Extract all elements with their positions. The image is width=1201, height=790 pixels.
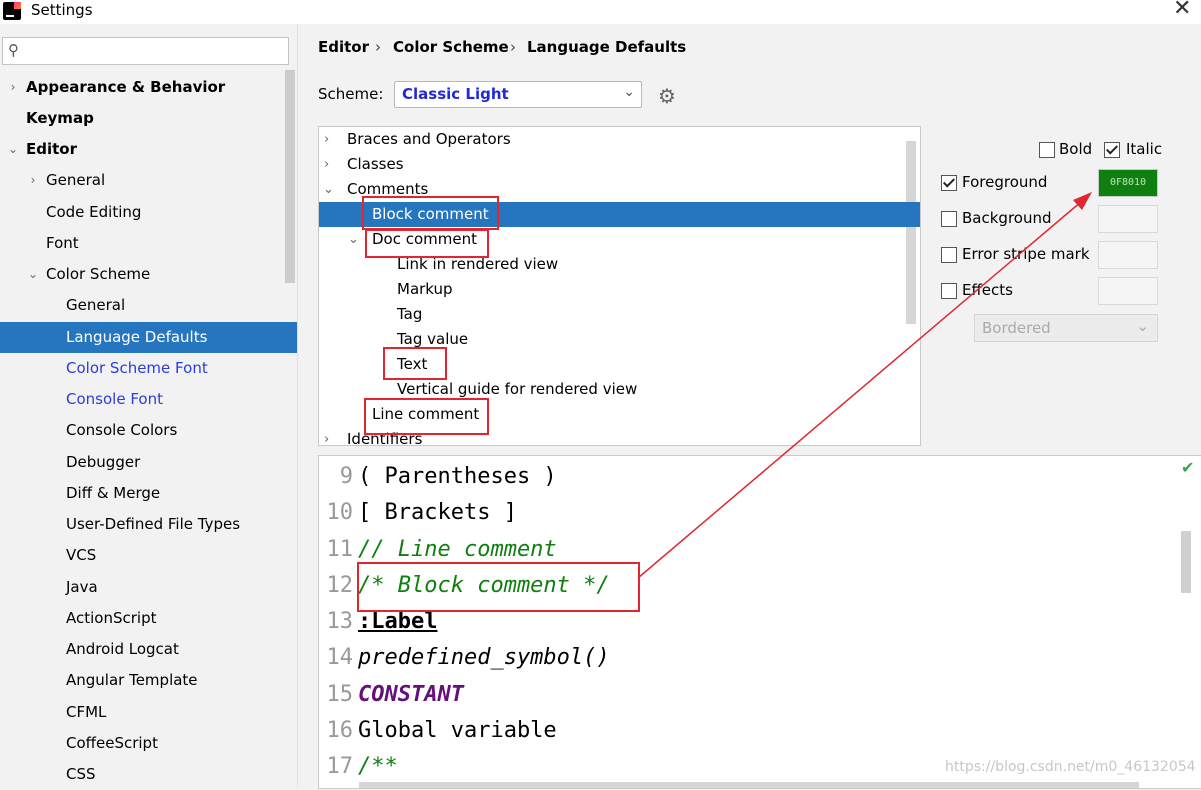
- annotation-arrow: [637, 192, 1092, 579]
- watermark: https://blog.csdn.net/m0_46132054: [945, 759, 1196, 775]
